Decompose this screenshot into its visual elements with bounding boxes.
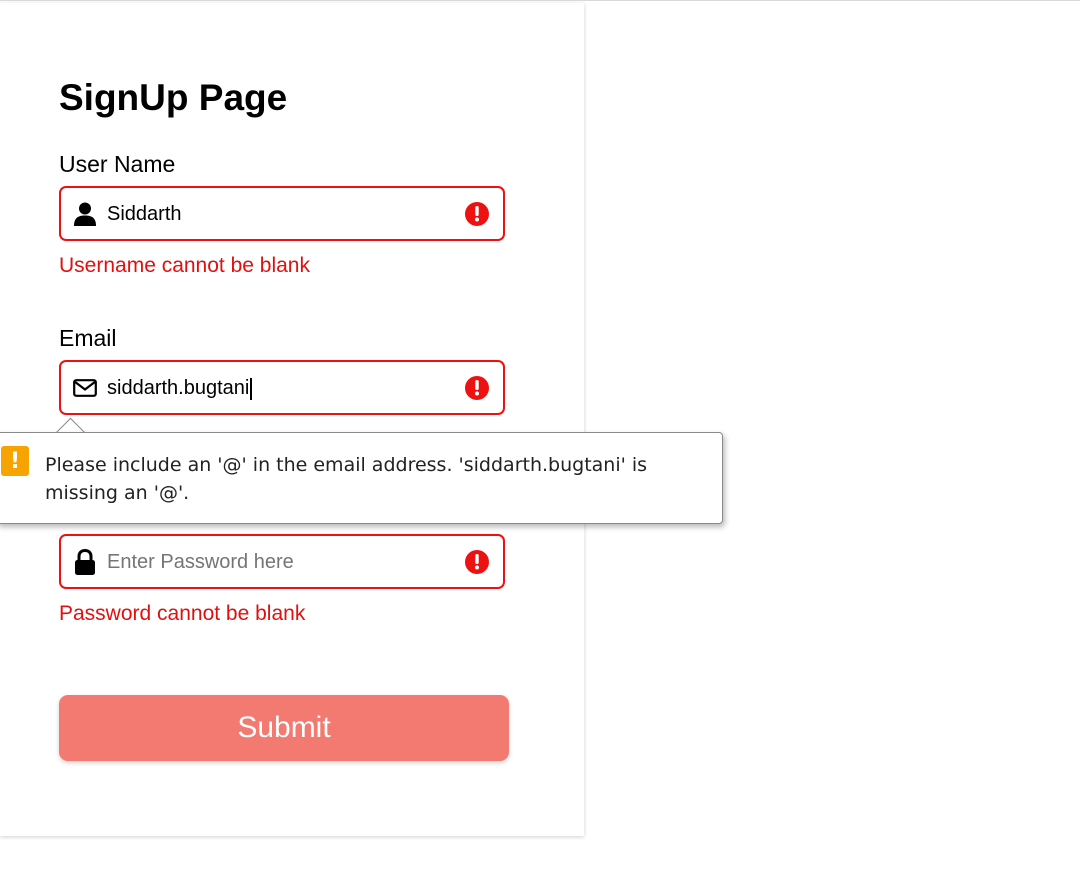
username-input[interactable] — [107, 196, 447, 232]
envelope-icon — [73, 376, 97, 400]
password-error-text: Password cannot be blank — [59, 602, 306, 625]
password-error-icon — [465, 549, 489, 574]
top-border — [0, 0, 1080, 1]
validation-tooltip: ! Please include an '@' in the email add… — [0, 432, 723, 524]
submit-button[interactable]: Submit — [59, 695, 509, 761]
email-error-icon — [465, 375, 489, 400]
warning-icon: ! — [1, 446, 29, 476]
password-field-wrapper — [59, 534, 505, 589]
lock-icon — [73, 548, 97, 575]
email-input[interactable] — [107, 370, 447, 406]
username-label: User Name — [59, 151, 176, 177]
email-label: Email — [59, 325, 117, 351]
username-error-icon — [465, 201, 489, 226]
username-error-text: Username cannot be blank — [59, 254, 310, 277]
tooltip-message: Please include an '@' in the email addre… — [45, 454, 648, 504]
email-field-wrapper — [59, 360, 505, 415]
username-field-wrapper — [59, 186, 505, 241]
text-cursor — [250, 378, 252, 400]
user-icon — [73, 202, 97, 226]
page-title: SignUp Page — [59, 77, 288, 118]
password-input[interactable] — [107, 544, 447, 580]
